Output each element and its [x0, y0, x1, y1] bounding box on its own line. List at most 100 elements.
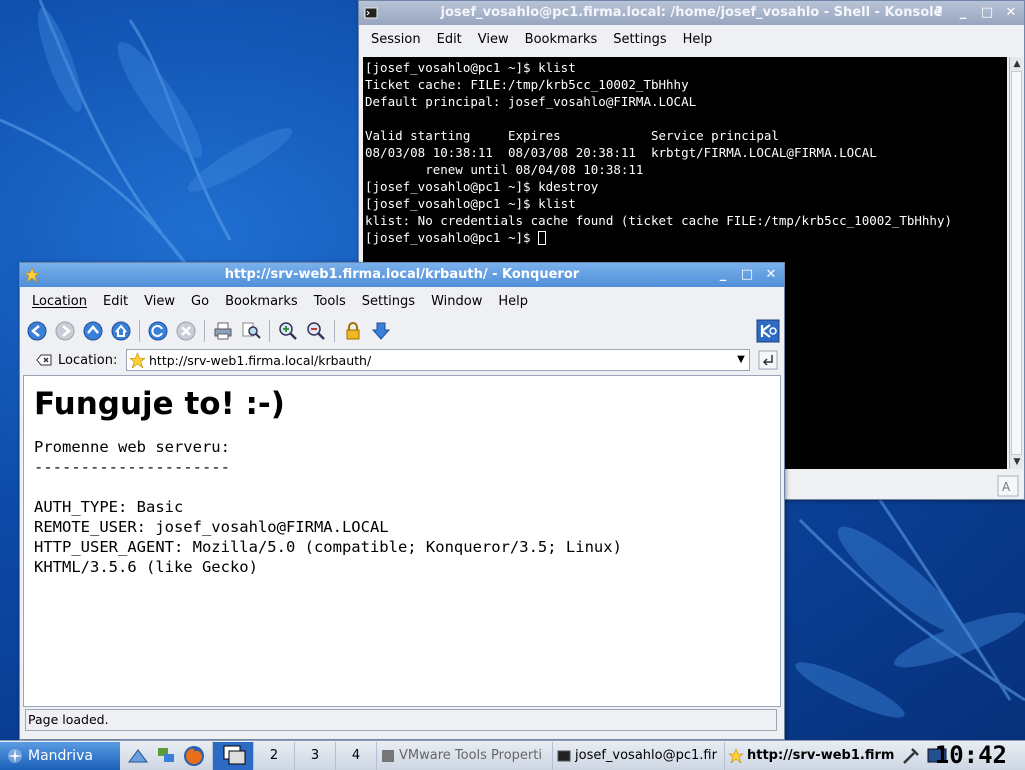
konqueror-toolbar [20, 315, 784, 347]
desktop-2-button[interactable]: 2 [253, 741, 294, 770]
start-label: Mandriva [28, 747, 93, 764]
print-icon [214, 322, 232, 340]
go-icon[interactable] [758, 350, 778, 370]
menu-view[interactable]: View [470, 32, 517, 47]
desktop-3-button[interactable]: 3 [294, 741, 335, 770]
terminal-cursor [538, 231, 547, 245]
scrollbar-thumb[interactable] [1011, 71, 1022, 455]
network-icon[interactable] [154, 744, 178, 768]
maximize-icon[interactable]: □ [980, 6, 994, 20]
wrench-tray-icon[interactable] [900, 745, 922, 767]
start-button[interactable]: Mandriva [0, 741, 120, 770]
terminal-line: [josef_vosahlo@pc1 ~]$ klist [365, 196, 576, 211]
clock[interactable]: 10:42 [935, 740, 1007, 770]
maximize-icon[interactable]: □ [740, 268, 754, 282]
konsole-titlebar[interactable]: josef_vosahlo@pc1.firma.local: /home/jos… [359, 1, 1024, 25]
reload-icon [148, 321, 168, 341]
desktop-1-windows-icon [223, 745, 246, 764]
menu-bookmarks[interactable]: Bookmarks [517, 32, 606, 47]
terminal-prompt-line: [josef_vosahlo@pc1 ~]$ [365, 229, 1005, 246]
status-bar: Page loaded. [25, 709, 777, 731]
home-icon [111, 321, 131, 341]
task-konsole-label: josef_vosahlo@pc1.fir [575, 747, 717, 763]
stop-icon [176, 321, 196, 341]
toolbar-separator [269, 320, 270, 342]
toolbar-separator [139, 320, 140, 342]
minimize-icon[interactable]: _ [956, 6, 970, 20]
forward-button[interactable] [52, 318, 78, 344]
close-icon[interactable]: ✕ [1004, 6, 1018, 20]
task-konsole[interactable]: josef_vosahlo@pc1.fir [552, 741, 724, 770]
print-button[interactable] [210, 318, 236, 344]
konqueror-titlebar[interactable]: http://srv-web1.firma.local/krbauth/ - K… [20, 263, 784, 287]
menu-help[interactable]: Help [675, 32, 721, 47]
scroll-up-icon[interactable]: ▲ [1010, 57, 1024, 71]
desktop-1-button[interactable] [212, 741, 253, 770]
zoom-out-icon [307, 322, 325, 340]
location-input[interactable]: http://srv-web1.firma.local/krbauth/ [126, 349, 750, 371]
terminal-line: klist: No credentials cache found (ticke… [365, 213, 952, 228]
terminal-prompt: [josef_vosahlo@pc1 ~]$ [365, 230, 539, 245]
desktop-shortcut-icon[interactable] [126, 744, 150, 768]
menu-tools[interactable]: Tools [306, 294, 354, 309]
up-icon [83, 321, 103, 341]
scroll-down-icon[interactable]: ▼ [1010, 455, 1024, 469]
help-icon[interactable]: ? [932, 6, 946, 20]
stop-button[interactable] [173, 318, 199, 344]
konqueror-menubar: Location Edit View Go Bookmarks Tools Se… [20, 287, 784, 315]
vmware-icon [382, 749, 394, 762]
location-label: Location: [58, 352, 118, 368]
up-button[interactable] [80, 318, 106, 344]
desktop-pager: 2 3 4 [212, 741, 376, 770]
download-button[interactable] [368, 318, 394, 344]
terminal-line: [josef_vosahlo@pc1 ~]$ klist [365, 60, 576, 75]
clear-location-icon[interactable] [36, 352, 52, 368]
close-icon[interactable]: ✕ [764, 268, 778, 282]
terminal-line: ​ [365, 110, 1005, 127]
menu-window[interactable]: Window [423, 294, 490, 309]
star-icon [130, 353, 145, 368]
reload-button[interactable] [145, 318, 171, 344]
menu-view[interactable]: View [136, 294, 183, 309]
security-button[interactable] [340, 318, 366, 344]
konsole-menubar: Session Edit View Bookmarks Settings Hel… [359, 25, 1024, 53]
location-dropdown-button[interactable]: ▼ [732, 350, 750, 370]
terminal-line: Ticket cache: FILE:/tmp/krb5cc_10002_TbH… [365, 77, 689, 92]
konqueror-title: http://srv-web1.firma.local/krbauth/ - K… [224, 267, 580, 282]
zoom-out-button[interactable] [303, 318, 329, 344]
page-heading: Funguje to! :-) [34, 386, 285, 422]
terminal-line: 08/03/08 10:38:11 08/03/08 20:38:11 krbt… [365, 145, 877, 160]
menu-settings[interactable]: Settings [605, 32, 674, 47]
web-page-content[interactable]: Funguje to! :-) Promenne web serveru: --… [23, 375, 781, 707]
terminal-line: renew until 08/04/08 10:38:11 [365, 162, 644, 177]
firefox-icon[interactable] [182, 744, 206, 768]
terminal-icon [364, 7, 378, 19]
konsole-corner-icon[interactable]: A [997, 475, 1019, 497]
terminal-scrollbar[interactable]: ▲ ▼ [1009, 57, 1023, 469]
menu-location[interactable]: Location [24, 294, 95, 309]
menu-help[interactable]: Help [490, 294, 536, 309]
menu-go[interactable]: Go [183, 294, 217, 309]
task-vmware[interactable]: VMware Tools Properti [376, 741, 552, 770]
toolbar-separator [334, 320, 335, 342]
menu-edit[interactable]: Edit [429, 32, 470, 47]
mandriva-star-icon [8, 748, 22, 763]
konqueror-window[interactable]: http://srv-web1.firma.local/krbauth/ - K… [19, 262, 785, 740]
taskbar: Mandriva 2 3 4 VMware Tools Properti jos… [0, 740, 1025, 770]
menu-settings[interactable]: Settings [354, 294, 423, 309]
home-button[interactable] [108, 318, 134, 344]
task-konqueror-label: http://srv-web1.firm [747, 747, 895, 763]
back-button[interactable] [24, 318, 50, 344]
terminal-line: [josef_vosahlo@pc1 ~]$ kdestroy [365, 179, 599, 194]
zoom-in-button[interactable] [275, 318, 301, 344]
task-konqueror[interactable]: http://srv-web1.firm [724, 741, 896, 770]
page-body: Promenne web serveru: ------------------… [34, 438, 622, 576]
desktop-4-button[interactable]: 4 [335, 741, 376, 770]
minimize-icon[interactable]: _ [716, 268, 730, 282]
menu-edit[interactable]: Edit [95, 294, 136, 309]
menu-bookmarks[interactable]: Bookmarks [217, 294, 306, 309]
find-button[interactable] [238, 318, 264, 344]
task-vmware-label: VMware Tools Properti [399, 747, 542, 763]
menu-session[interactable]: Session [363, 32, 429, 47]
status-text: Page loaded. [28, 712, 109, 727]
